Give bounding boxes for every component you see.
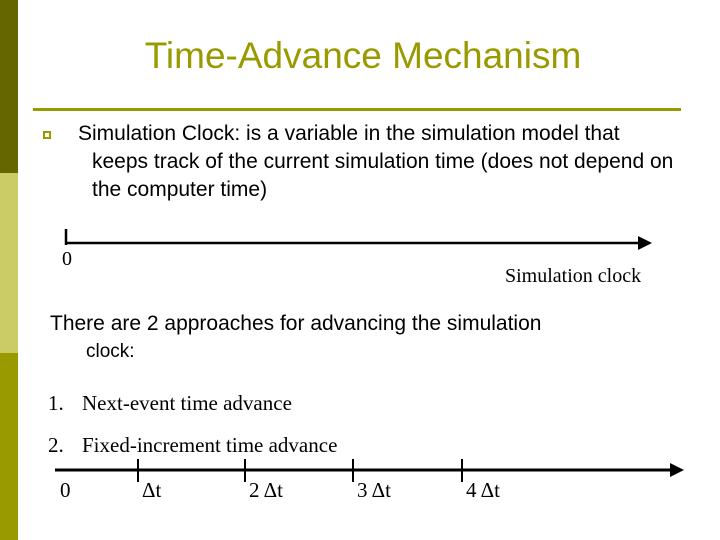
list-item-number: 2.	[48, 433, 64, 457]
timeline-top-axis	[64, 229, 652, 250]
timeline-top-axis-label: Simulation clock	[505, 265, 642, 287]
approaches-paragraph: There are 2 approaches for advancing the…	[50, 310, 690, 366]
bullet-block: Simulation Clock: is a variable in the s…	[40, 120, 680, 204]
list-item-label: Fixed-increment time advance	[82, 433, 338, 457]
approaches-line-1: There are 2 approaches for advancing the…	[50, 312, 542, 335]
sidebar-segment-bottom	[0, 353, 18, 540]
timeline-top-arrowhead	[638, 236, 652, 250]
timeline-bottom-tick-label: Δt	[142, 478, 162, 502]
sidebar-segment-middle	[0, 173, 18, 353]
list-item-number: 1.	[48, 391, 64, 415]
title-divider	[33, 108, 681, 111]
timeline-bottom-tick-label: 3 Δt	[357, 478, 391, 502]
square-bullet-icon	[43, 131, 51, 139]
list-item-label: Next-event time advance	[82, 391, 292, 415]
sidebar-segment-top	[0, 0, 18, 173]
bullet-text: Simulation Clock: is a variable in the s…	[78, 122, 674, 201]
approaches-line-2: clock:	[86, 341, 135, 362]
timeline-top-origin-label: 0	[62, 248, 72, 270]
timeline-bottom-tick-label: 2 Δt	[249, 478, 283, 502]
page-title: Time-Advance Mechanism	[144, 35, 582, 76]
list-item: 2. Fixed-increment time advance	[48, 432, 337, 458]
timeline-bottom-tick-label: 0	[60, 478, 71, 502]
timeline-bottom-tick-label: 4 Δt	[466, 478, 500, 502]
decorative-sidebar	[0, 0, 18, 540]
list-item: 1. Next-event time advance	[48, 390, 292, 416]
timeline-bottom-arrowhead	[670, 463, 684, 477]
